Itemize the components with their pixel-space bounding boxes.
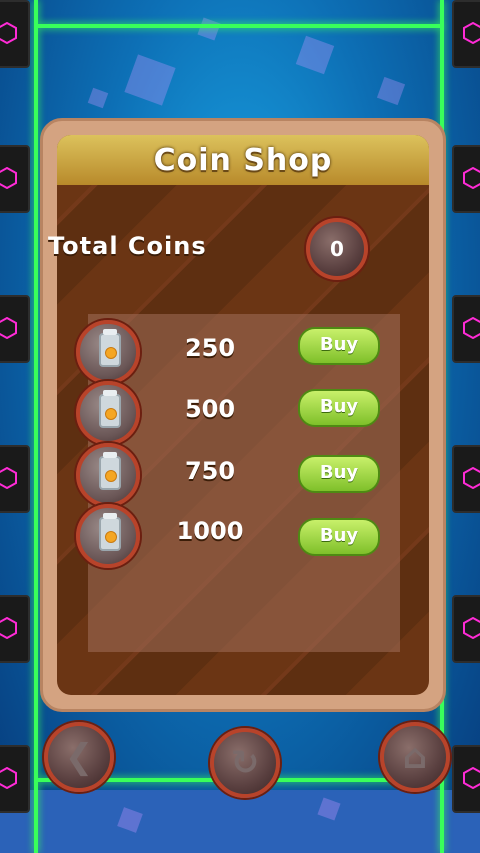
side-block [0, 595, 30, 663]
side-block [0, 145, 30, 213]
home-button[interactable]: ⌂ [380, 722, 450, 792]
back-button[interactable]: ❮ [44, 722, 114, 792]
buy-button[interactable]: Buy [298, 455, 380, 493]
home-icon: ⌂ [402, 737, 428, 777]
package-amount: 1000 [176, 517, 244, 545]
side-block [452, 595, 480, 663]
total-coins-value: 0 [306, 218, 368, 280]
buy-button[interactable]: Buy [298, 327, 380, 365]
restart-button[interactable]: ↻ [210, 728, 280, 798]
side-block [452, 295, 480, 363]
side-block [452, 145, 480, 213]
bg-particle [376, 76, 406, 106]
side-block [452, 745, 480, 813]
package-amount: 250 [184, 334, 236, 362]
coin-jar-icon [76, 443, 140, 507]
coin-jar-icon [76, 320, 140, 384]
page-title: Coin Shop [153, 143, 333, 178]
buy-button[interactable]: Buy [298, 389, 380, 427]
side-block [0, 295, 30, 363]
side-block [452, 0, 480, 68]
bg-particle [87, 87, 109, 109]
package-amount: 750 [184, 457, 236, 485]
back-arrow-icon: ❮ [64, 737, 94, 777]
side-block [0, 0, 30, 68]
side-block [452, 445, 480, 513]
package-amount: 500 [184, 395, 236, 423]
buy-button[interactable]: Buy [298, 518, 380, 556]
bg-particle [197, 17, 221, 41]
bg-particle [295, 35, 335, 75]
side-block [0, 445, 30, 513]
neon-line-top [38, 24, 442, 28]
restart-icon: ↻ [230, 743, 260, 783]
bottom-strip [0, 790, 480, 853]
total-coins-label: Total Coins [48, 232, 207, 260]
coin-jar-icon [76, 381, 140, 445]
coin-jar-icon [76, 504, 140, 568]
bg-particle [124, 54, 176, 106]
side-block [0, 745, 30, 813]
neon-line-left [34, 0, 38, 853]
